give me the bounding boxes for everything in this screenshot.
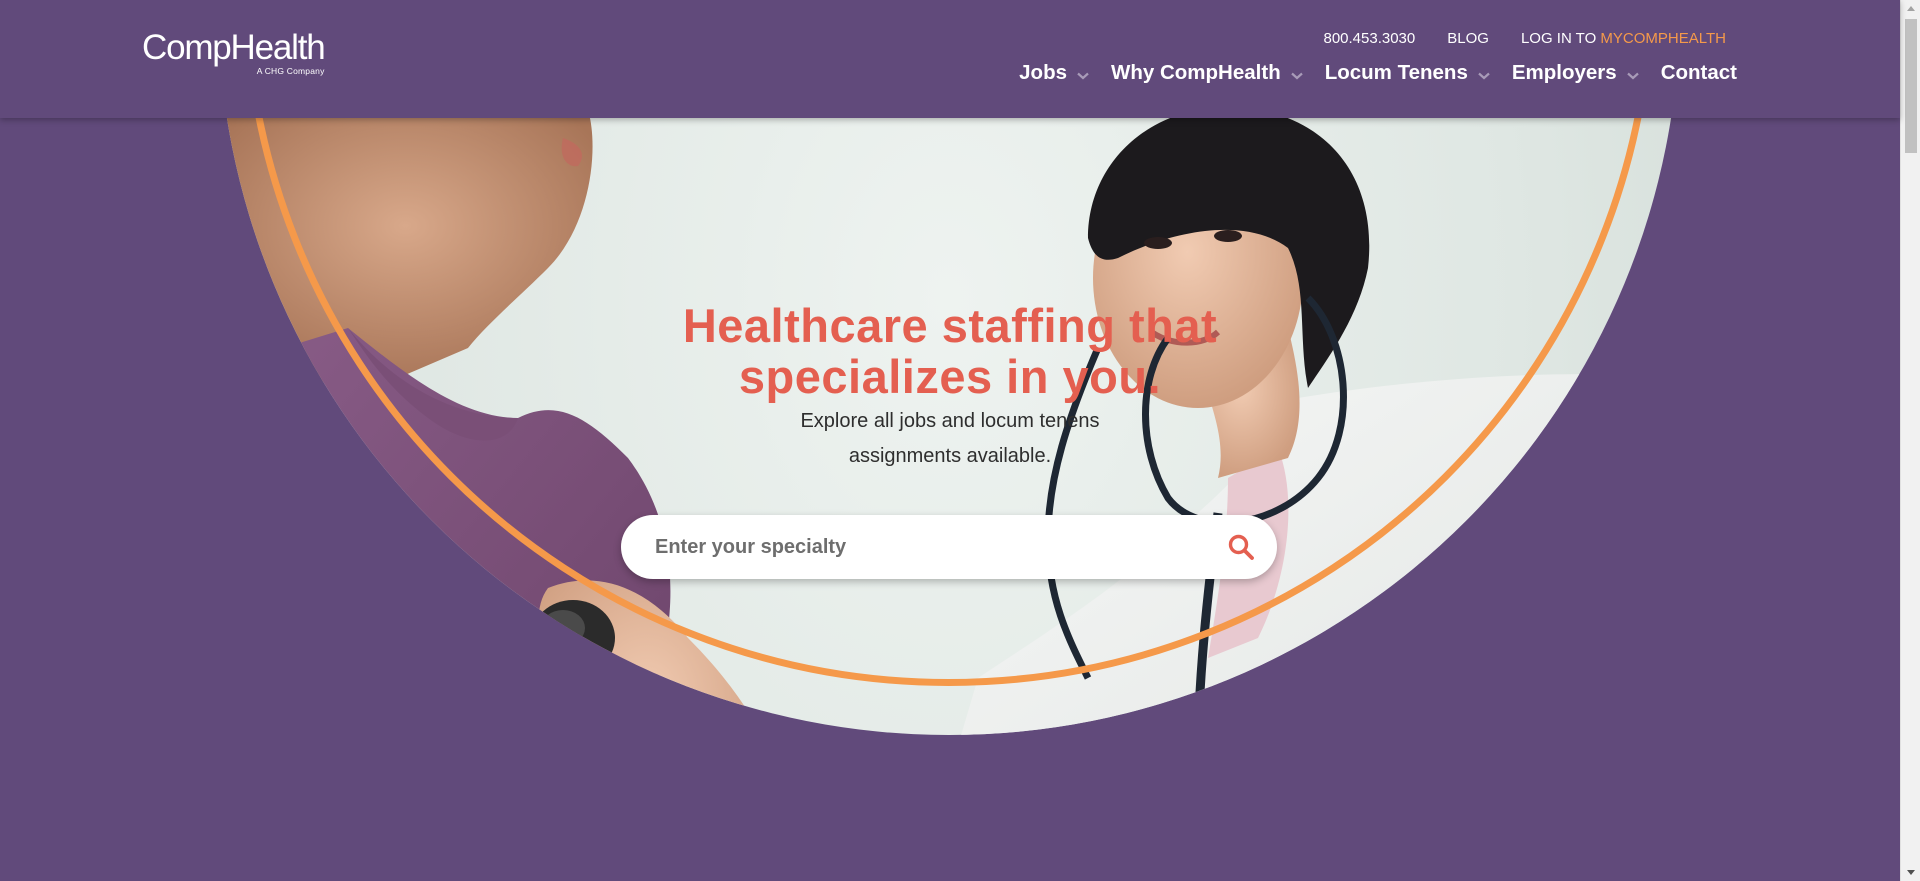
nav-label: Employers [1511,61,1617,84]
utility-nav: 800.453.3030 BLOG LOG IN TO MYCOMPHEALTH [1291,30,1726,47]
hero-headline-line2: specializes in you. [738,350,1162,403]
chevron-down-icon [1626,62,1639,86]
specialty-search-bar [621,515,1277,579]
hero-subtitle: Explore all jobs and locum tenens assign… [700,404,1200,474]
scroll-up-arrow-icon[interactable] [1901,0,1920,17]
comphealth-logo[interactable]: CompHealth A CHG Company [142,28,326,76]
login-prefix: LOG IN TO [1520,30,1597,47]
nav-label: Why CompHealth [1111,61,1281,84]
phone-link[interactable]: 800.453.3030 [1323,30,1415,47]
nav-contact[interactable]: Contact [1661,61,1737,85]
nav-label: Jobs [1019,61,1068,84]
page-scrollbar[interactable] [1900,0,1920,881]
nav-locum-tenens[interactable]: Locum Tenens [1325,60,1490,86]
main-nav: Jobs Why CompHealth Locum Tenens Employe… [997,60,1737,86]
nav-label: Contact [1660,61,1737,84]
scroll-thumb[interactable] [1905,19,1917,153]
nav-jobs[interactable]: Jobs [1019,60,1089,86]
login-link[interactable]: LOG IN TO MYCOMPHEALTH [1521,30,1726,47]
hero-headline: Healthcare staffing that specializes in … [580,300,1320,402]
logo-tagline: A CHG Company [256,66,325,76]
hero-subtitle-line2: assignments available. [848,445,1052,467]
blog-link[interactable]: BLOG [1447,30,1489,47]
hero-section: Healthcare staffing that specializes in … [0,118,1900,881]
search-icon[interactable] [1227,533,1255,561]
nav-employers[interactable]: Employers [1512,60,1639,86]
nav-label: Locum Tenens [1324,61,1468,84]
hero-headline-line1: Healthcare staffing that [682,299,1218,352]
chevron-down-icon [1478,62,1490,86]
hero-subtitle-line1: Explore all jobs and locum tenens [800,410,1100,432]
specialty-search-input[interactable] [655,535,1195,559]
scroll-down-arrow-icon[interactable] [1901,864,1920,881]
nav-why-comphealth[interactable]: Why CompHealth [1111,60,1303,86]
chevron-down-icon [1077,62,1089,86]
chevron-down-icon [1290,62,1303,86]
login-accent: MYCOMPHEALTH [1600,30,1726,47]
logo-wordmark: CompHealth [142,28,326,67]
site-header: CompHealth A CHG Company 800.453.3030 BL… [0,0,1900,118]
